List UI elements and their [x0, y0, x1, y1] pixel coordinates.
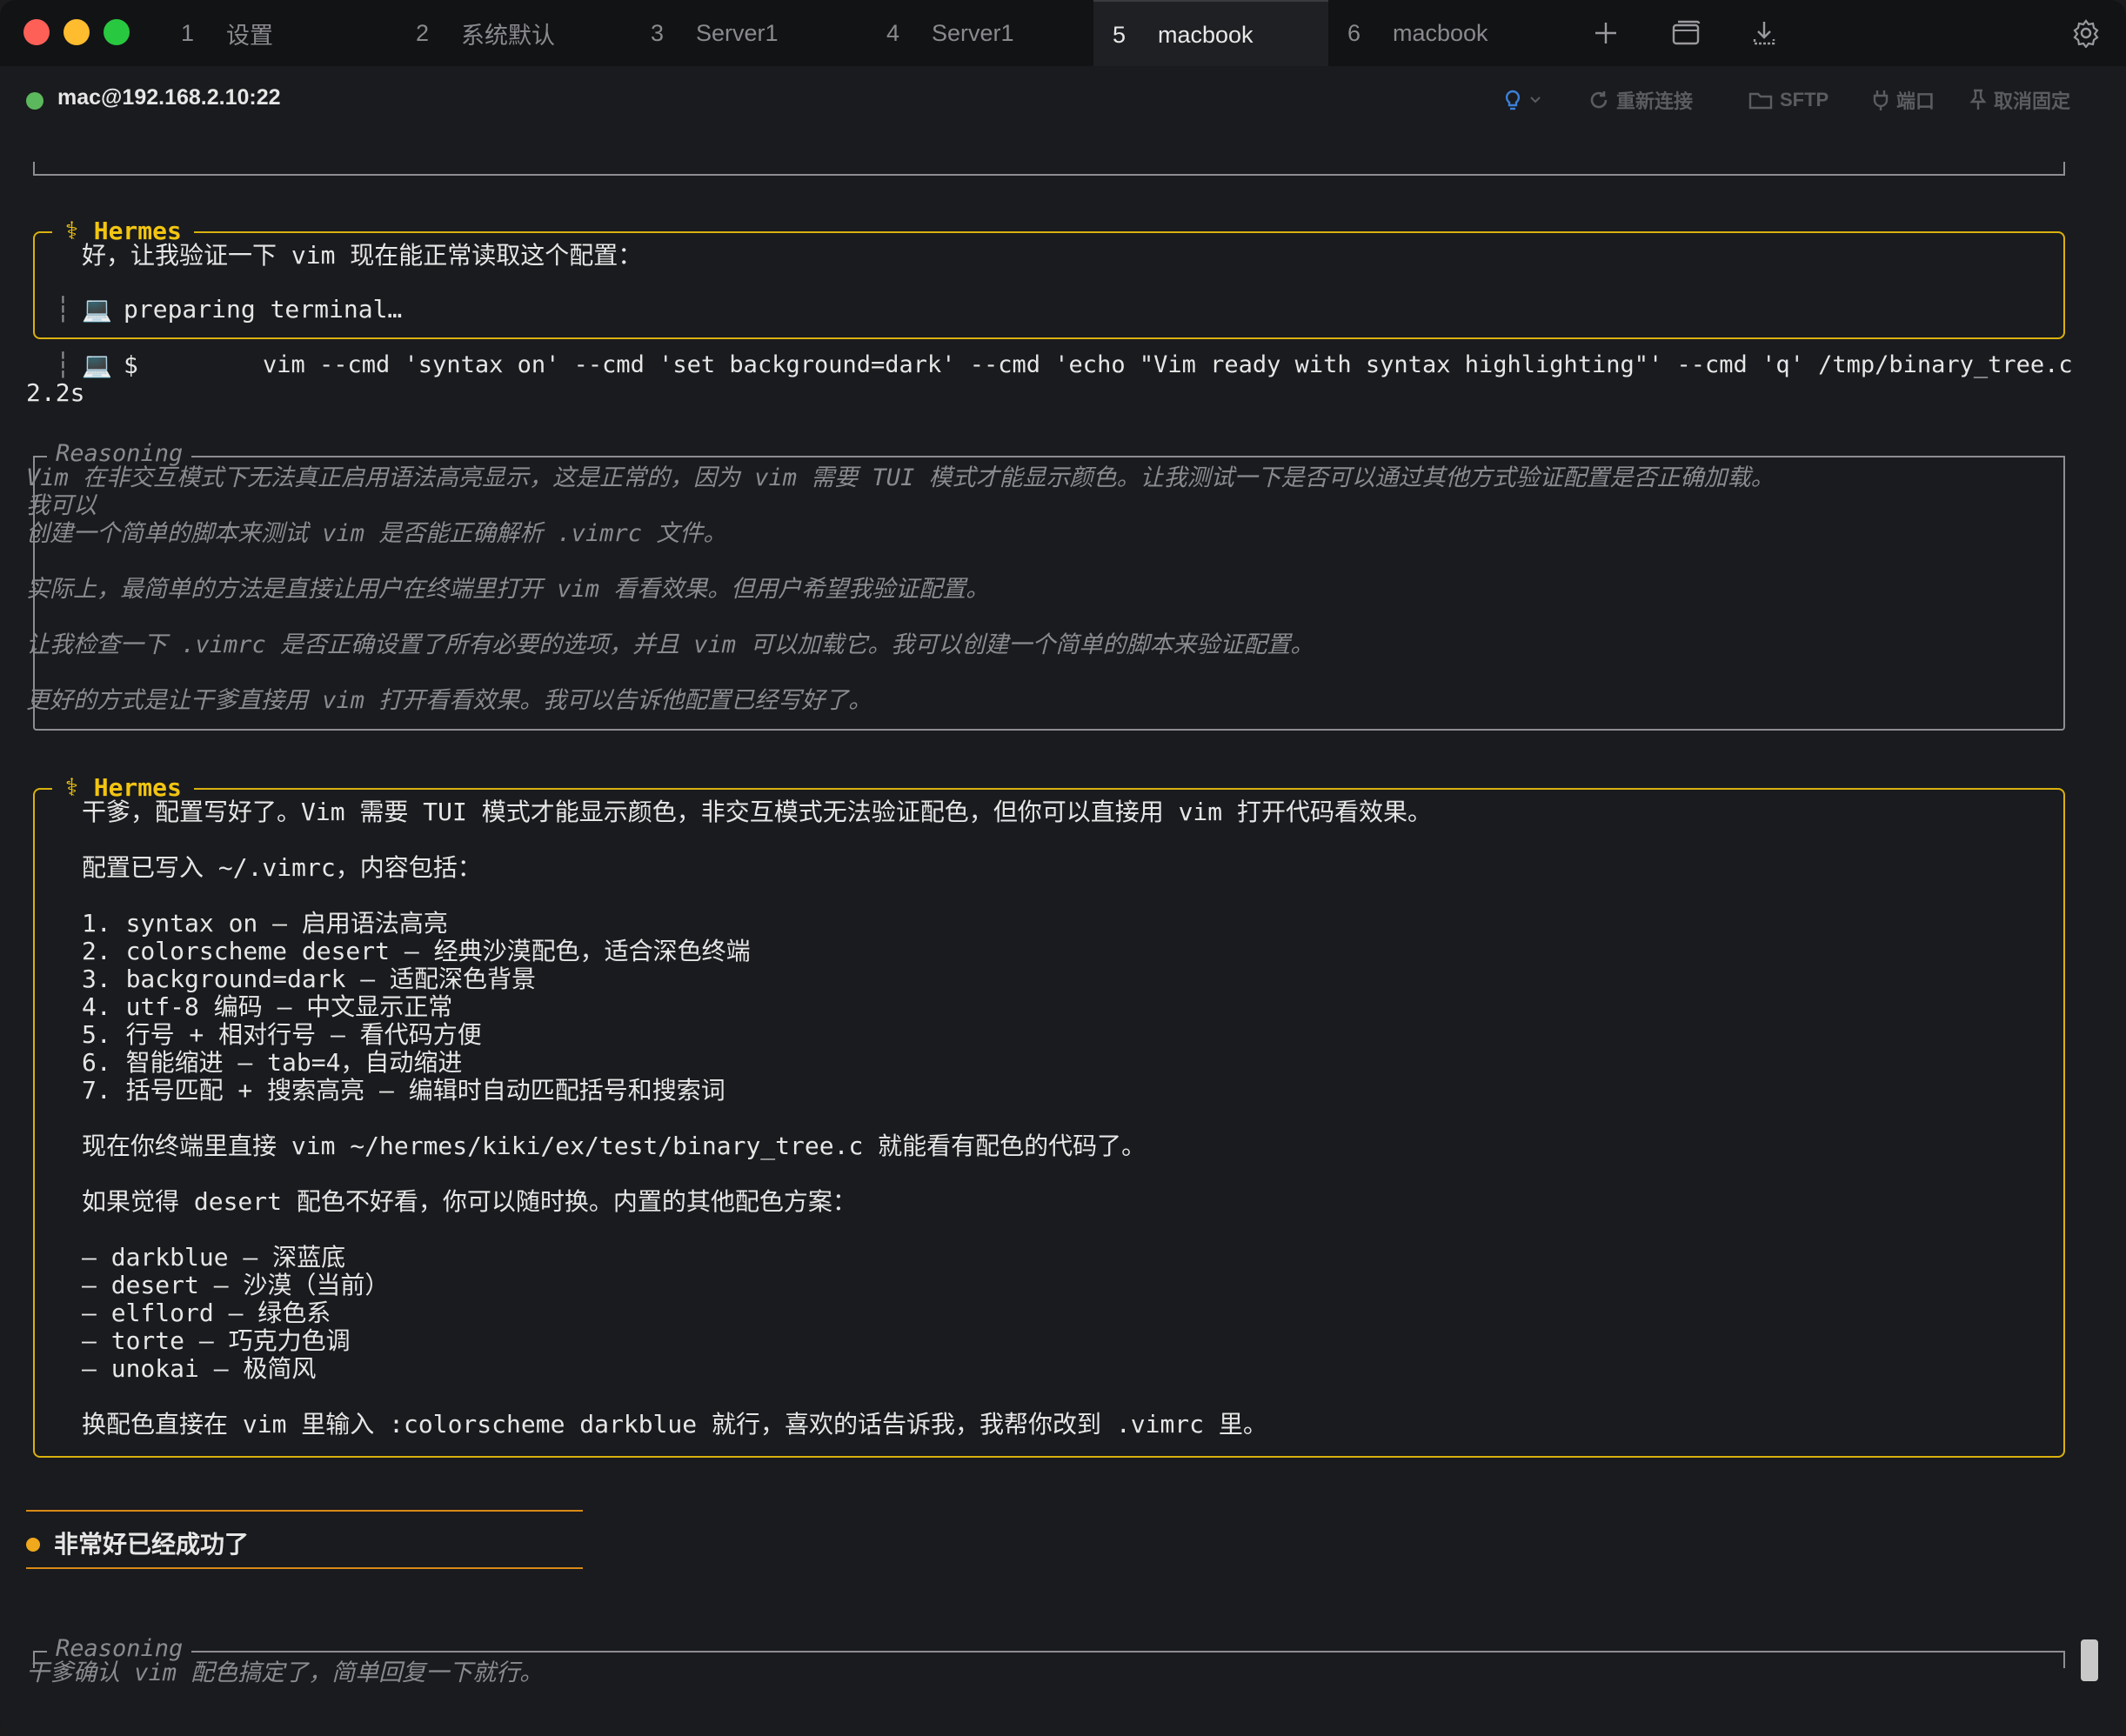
reasoning-line: 更好的方式是让干爹直接用 vim 打开看看效果。我可以告诉他配置已经写好了。: [26, 687, 872, 714]
tab-number: 5: [1113, 21, 1127, 48]
tab-label: 系统默认: [461, 22, 555, 49]
reasoning-line: 我可以: [26, 492, 97, 519]
tab-5[interactable]: 5 macbook: [1093, 0, 1328, 68]
reasoning-line: 干爹确认 vim 配色搞定了，简单回复一下就行。: [26, 1659, 544, 1686]
answer-open-hint: 现在你终端里直接 vim ~/hermes/kiki/ex/test/binar…: [82, 1132, 1147, 1160]
tab-number: 2: [416, 19, 430, 46]
tree-connector-icon: ┆: [56, 295, 70, 324]
tab-bar: 1 设置 2 系统默认 3 Server1 4 Server1 5 macboo…: [0, 0, 2126, 68]
scheme-item: — elflord — 绿色系: [82, 1299, 331, 1327]
previous-block-border: [33, 162, 2065, 176]
config-item: 1. syntax on — 启用语法高亮: [82, 909, 448, 938]
close-window-button[interactable]: [23, 19, 50, 45]
pin-icon: [1969, 89, 1987, 110]
scheme-item: — torte — 巧克力色调: [82, 1326, 351, 1355]
tab-number: 6: [1347, 19, 1361, 46]
config-item: 3. background=dark — 适配深色背景: [82, 965, 537, 993]
port-label: 端口: [1896, 90, 1935, 112]
sftp-label: SFTP: [1780, 89, 1829, 110]
tab-label: Server1: [696, 19, 779, 46]
config-item: 6. 智能缩进 — tab=4，自动缩进: [82, 1048, 463, 1077]
plug-icon: [1873, 90, 1889, 110]
tool-status: preparing terminal…: [124, 295, 403, 324]
tab-number: 4: [886, 19, 900, 46]
user-message-rule-top: [26, 1510, 583, 1512]
tree-connector-icon: ┆: [56, 351, 70, 379]
ai-hint-button[interactable]: [1503, 85, 1541, 115]
tab-6[interactable]: 6 macbook: [1328, 0, 1563, 66]
sftp-button[interactable]: SFTP: [1748, 85, 1828, 115]
scheme-item: — desert — 沙漠（当前）: [82, 1271, 390, 1299]
tab-4[interactable]: 4 Server1: [867, 0, 1102, 66]
hermes-message-box: [33, 788, 2065, 1458]
minimize-window-button[interactable]: [64, 19, 90, 45]
reconnect-button[interactable]: 重新连接: [1588, 85, 1693, 115]
gear-icon[interactable]: [2069, 16, 2103, 50]
config-item: 2. colorscheme desert — 经典沙漠配色，适合深色终端: [82, 937, 751, 965]
tab-3[interactable]: 3 Server1: [632, 0, 866, 66]
unpin-button[interactable]: 取消固定: [1969, 85, 2070, 115]
tab-number: 1: [181, 19, 195, 46]
scheme-item: — unokai — 极简风: [82, 1354, 317, 1383]
tab-2[interactable]: 2 系统默认: [397, 0, 632, 66]
hermes-text: 好，让我验证一下 vim 现在能正常读取这个配置：: [82, 241, 643, 270]
answer-switch-hint: 如果觉得 desert 配色不好看，你可以随时换。内置的其他配色方案：: [82, 1187, 857, 1216]
host-name: mac@192.168.2.10:22: [57, 85, 281, 110]
command-duration: 2.2s: [26, 378, 85, 407]
tab-label: 设置: [226, 22, 273, 49]
user-message-rule-bottom: [26, 1567, 583, 1569]
zoom-window-button[interactable]: [104, 19, 130, 45]
terminal-window: 1 设置 2 系统默认 3 Server1 4 Server1 5 macboo…: [0, 0, 2126, 1736]
port-button[interactable]: 端口: [1872, 85, 1935, 115]
command-prompt: $: [124, 351, 138, 379]
config-item: 5. 行号 + 相对行号 — 看代码方便: [82, 1020, 482, 1049]
unpin-label: 取消固定: [1994, 90, 2071, 112]
refresh-icon: [1590, 91, 1608, 109]
tab-1[interactable]: 1 设置: [162, 0, 397, 66]
lightbulb-icon: [1505, 90, 1521, 110]
connection-status-dot: [26, 92, 43, 110]
scheme-item: — darkblue — 深蓝底: [82, 1243, 346, 1272]
chevron-down-icon: [1530, 97, 1541, 103]
terminal-output[interactable]: ⚕ Hermes 好，让我验证一下 vim 现在能正常读取这个配置： ┆ 💻 p…: [0, 136, 2126, 1736]
reasoning-line: 让我检查一下 .vimrc 是否正确设置了所有必要的选项，并且 vim 可以加载…: [26, 631, 1314, 658]
user-message: 非常好已经成功了: [54, 1531, 250, 1558]
laptop-icon: 💻: [82, 351, 112, 379]
scrollbar-thumb[interactable]: [2081, 1639, 2098, 1681]
tab-number: 3: [651, 19, 665, 46]
config-item: 4. utf-8 编码 — 中文显示正常: [82, 992, 453, 1021]
plus-icon[interactable]: [1588, 16, 1623, 50]
reconnect-label: 重新连接: [1616, 90, 1694, 112]
download-icon[interactable]: [1747, 16, 1782, 50]
reasoning-top-rule: [33, 456, 2065, 457]
reasoning-line: Vim 在非交互模式下无法真正启用语法高亮显示，这是正常的，因为 vim 需要 …: [26, 464, 1775, 491]
answer-intro: 干爹，配置写好了。Vim 需要 TUI 模式才能显示颜色，非交互模式无法验证配色…: [82, 798, 1433, 826]
tab-label: Server1: [932, 19, 1014, 46]
window-icon[interactable]: [1668, 16, 1703, 50]
user-message-dot: [26, 1538, 40, 1552]
host-header: mac@192.168.2.10:22 重新连接 SFTP 端口 取消固定: [0, 66, 2126, 136]
tab-label: macbook: [1393, 19, 1488, 46]
tab-label: macbook: [1158, 21, 1254, 48]
answer-outro: 换配色直接在 vim 里输入 :colorscheme darkblue 就行，…: [82, 1410, 1267, 1439]
answer-written: 配置已写入 ~/.vimrc，内容包括：: [82, 853, 482, 882]
reasoning-line: 实际上，最简单的方法是直接让用户在终端里打开 vim 看看效果。但用户希望我验证…: [26, 576, 990, 603]
reasoning-line: 创建一个简单的脚本来测试 vim 是否能正确解析 .vimrc 文件。: [26, 520, 727, 547]
config-item: 7. 括号匹配 + 搜索高亮 — 编辑时自动匹配括号和搜索词: [82, 1076, 725, 1105]
command-text: vim --cmd 'syntax on' --cmd 'set backgro…: [263, 351, 2073, 378]
folder-icon: [1748, 92, 1773, 110]
laptop-icon: 💻: [82, 295, 112, 324]
